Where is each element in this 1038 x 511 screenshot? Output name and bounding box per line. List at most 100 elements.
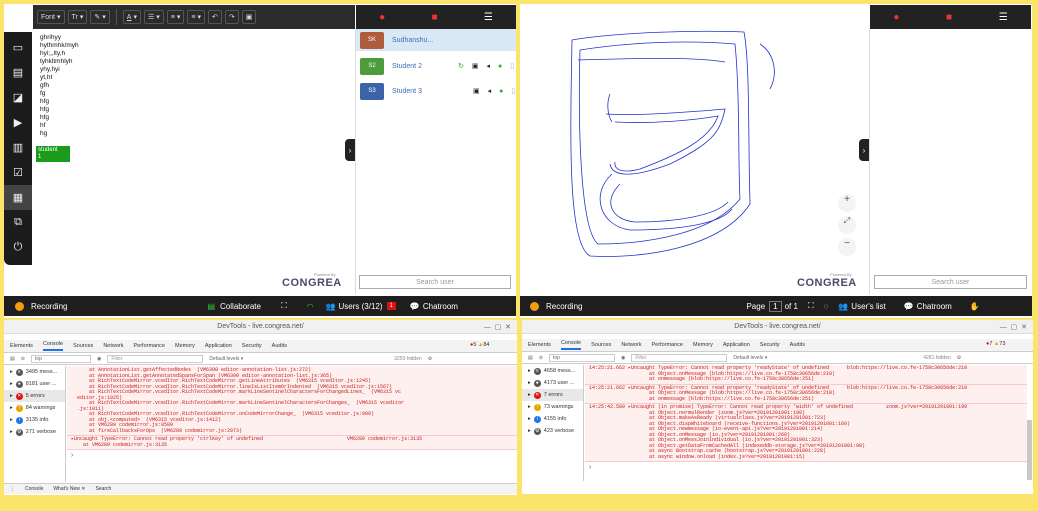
quiz-icon[interactable]: ☑ <box>4 160 32 185</box>
console-sidebar-item-all[interactable]: ▸ ≡ 4658 mess... <box>522 365 583 377</box>
expand-arrow-icon[interactable]: ▸ <box>10 381 13 387</box>
chat-icon[interactable]: ● <box>499 88 503 95</box>
sidebar-toggle-icon[interactable]: ▤ <box>10 356 15 362</box>
collapse-panel-button[interactable]: › <box>345 139 355 161</box>
chat-icon[interactable]: ● <box>498 63 502 70</box>
whiteboard-canvas[interactable] <box>520 4 868 294</box>
context-select[interactable]: top <box>548 353 615 362</box>
user-row[interactable]: S3 Student 3 ▣ ◂ ● ▯ <box>356 80 516 102</box>
console-sidebar-item-verbose[interactable]: ▸ ⚙ 271 verbose <box>4 426 65 438</box>
devtools-tab-network[interactable]: Network <box>103 343 123 349</box>
levels-dropdown[interactable]: Default levels ▾ <box>209 356 243 362</box>
devtools-tab-elements[interactable]: Elements <box>10 343 33 349</box>
uncaught-error[interactable]: ▸Uncaught TypeError: Cannot read propert… <box>67 436 517 450</box>
fullscreen-icon[interactable]: ⛶ <box>281 301 287 311</box>
text-color-button[interactable]: A ▾ <box>122 10 141 24</box>
context-select[interactable]: top <box>30 354 91 363</box>
expand-arrow-icon[interactable]: ▸ <box>528 416 531 422</box>
expand-arrow-icon[interactable]: ▸ <box>528 404 531 410</box>
sidebar-toggle-icon[interactable]: ▤ <box>528 355 533 361</box>
chatroom-tab[interactable]: Chatroom <box>423 302 458 311</box>
editor-icon[interactable]: ▦ <box>4 185 32 210</box>
console-sidebar-item-user[interactable]: ▸ ● 4173 user ... <box>522 377 583 389</box>
editor-content[interactable]: ghrihyy hythmhk/myh hyi;,,lty,h tyhkltmhlyh… <box>40 34 340 138</box>
console-scrollbar[interactable] <box>1027 420 1032 480</box>
page-number[interactable]: 1 <box>769 300 782 312</box>
users-tab[interactable]: Users (3/12) <box>339 302 383 311</box>
devtools-tab-sources[interactable]: Sources <box>591 342 611 348</box>
list-button[interactable]: ☰ ▾ <box>143 10 164 24</box>
drawer-tab[interactable]: What's New ✕ <box>53 486 85 492</box>
expand-arrow-icon[interactable]: ▸ <box>10 393 13 399</box>
indent-button[interactable]: ≡ ▾ <box>166 10 185 24</box>
window-controls[interactable]: — ▢ ✕ <box>1000 323 1027 331</box>
console-prompt[interactable]: › <box>67 450 517 461</box>
users-list-tab[interactable]: User's list <box>851 302 885 311</box>
align-button[interactable]: ≡ ▾ <box>187 10 205 24</box>
font-dropdown[interactable]: Font ▾ <box>37 10 65 24</box>
console-sidebar-item-error[interactable]: ▸ ✕ 7 errors <box>522 389 583 401</box>
screenshare-icon[interactable]: ⧉ <box>4 210 32 235</box>
console-sidebar-item-warn[interactable]: ▸! 84 warnings <box>4 402 65 414</box>
devtools-tab-console[interactable]: Console <box>42 341 64 351</box>
devtools-tab-application[interactable]: Application <box>723 342 750 348</box>
mic-off-icon[interactable]: ● <box>379 12 385 23</box>
user-row[interactable]: S2 Student 2 ↻ ▣ ◂ ● ▯ <box>356 55 516 77</box>
image-button[interactable]: ▣ <box>241 10 257 24</box>
mic-off-icon[interactable]: ● <box>893 12 899 23</box>
menu-icon[interactable]: ☰ <box>484 12 493 23</box>
console-sidebar-item-warn[interactable]: ▸! 73 warnings <box>522 401 583 413</box>
devtools-tab-elements[interactable]: Elements <box>528 342 551 348</box>
settings-icon[interactable]: ⚙ <box>428 356 432 362</box>
eye-icon[interactable]: ◉ <box>621 355 625 361</box>
pen-color-button[interactable]: ✎ ▾ <box>90 10 110 24</box>
screen-icon[interactable]: ▣ <box>472 62 479 70</box>
expand-arrow-icon[interactable]: ▸ <box>528 392 531 398</box>
devtools-tab-audits[interactable]: Audits <box>272 343 287 349</box>
devtools-tab-application[interactable]: Application <box>205 343 232 349</box>
collapse-panel-button[interactable]: › <box>859 139 869 161</box>
menu-icon[interactable]: ☰ <box>999 12 1008 23</box>
devtools-tab-performance[interactable]: Performance <box>133 343 165 349</box>
eye-icon[interactable]: ◉ <box>97 356 101 362</box>
recording-label[interactable]: Recording <box>546 302 582 311</box>
expand-arrow-icon[interactable]: ▸ <box>10 369 13 375</box>
fit-screen-button[interactable]: ⤢ <box>838 216 856 234</box>
power-icon[interactable]: ⏻ <box>4 235 32 260</box>
search-user-input[interactable]: Search user <box>359 275 511 289</box>
document-icon[interactable]: ▤ <box>4 60 32 85</box>
doc-icon[interactable]: ▯ <box>511 87 515 95</box>
drawer-tab[interactable]: Search <box>95 486 111 492</box>
devtools-tab-network[interactable]: Network <box>621 342 641 348</box>
drawer-tab[interactable]: Console <box>25 486 43 492</box>
poll-icon[interactable]: ▥ <box>4 135 32 160</box>
window-controls[interactable]: — ▢ ✕ <box>484 323 511 331</box>
whiteboard-icon[interactable]: ▭ <box>4 35 32 60</box>
expand-arrow-icon[interactable]: ▸ <box>528 428 531 434</box>
redo-button[interactable]: ↷ <box>224 10 239 24</box>
devtools-tab-console[interactable]: Console <box>560 340 582 350</box>
devtools-tab-performance[interactable]: Performance <box>651 342 683 348</box>
doc-icon[interactable]: ▯ <box>510 62 514 70</box>
expand-arrow-icon[interactable]: ▸ <box>10 417 13 423</box>
camera-off-icon[interactable]: ■ <box>432 12 438 23</box>
devtools-tab-memory[interactable]: Memory <box>693 342 713 348</box>
zoom-out-button[interactable]: − <box>838 238 856 256</box>
speaker-icon[interactable]: ◂ <box>488 87 492 95</box>
font-size-dropdown[interactable]: Tr ▾ <box>67 10 88 24</box>
console-sidebar-item-info[interactable]: ▸ i 4155 info <box>522 413 583 425</box>
filter-input[interactable]: Filter <box>107 354 204 363</box>
search-user-input[interactable]: Search user <box>874 275 1027 289</box>
error-entry[interactable]: 14:25:42.580 ▸Uncaught (in promise) Type… <box>585 404 1027 462</box>
screen-icon[interactable]: ▣ <box>473 87 480 95</box>
hand-icon[interactable]: ✋ <box>970 302 980 311</box>
expand-arrow-icon[interactable]: ▸ <box>528 380 531 386</box>
console-sidebar-item-all[interactable]: ▸ ≡ 3495 mess... <box>4 366 65 378</box>
console-sidebar-item-user[interactable]: ▸ ● 8181 user ... <box>4 378 65 390</box>
error-entry[interactable]: 14:25:21.662 ▸Uncaught TypeError: Cannot… <box>585 365 1027 385</box>
video-icon[interactable]: ▶ <box>4 110 32 135</box>
devtools-tab-memory[interactable]: Memory <box>175 343 195 349</box>
presentation-icon[interactable]: ◪ <box>4 85 32 110</box>
chatroom-tab[interactable]: Chatroom <box>917 302 952 311</box>
zoom-in-button[interactable]: + <box>838 194 856 212</box>
